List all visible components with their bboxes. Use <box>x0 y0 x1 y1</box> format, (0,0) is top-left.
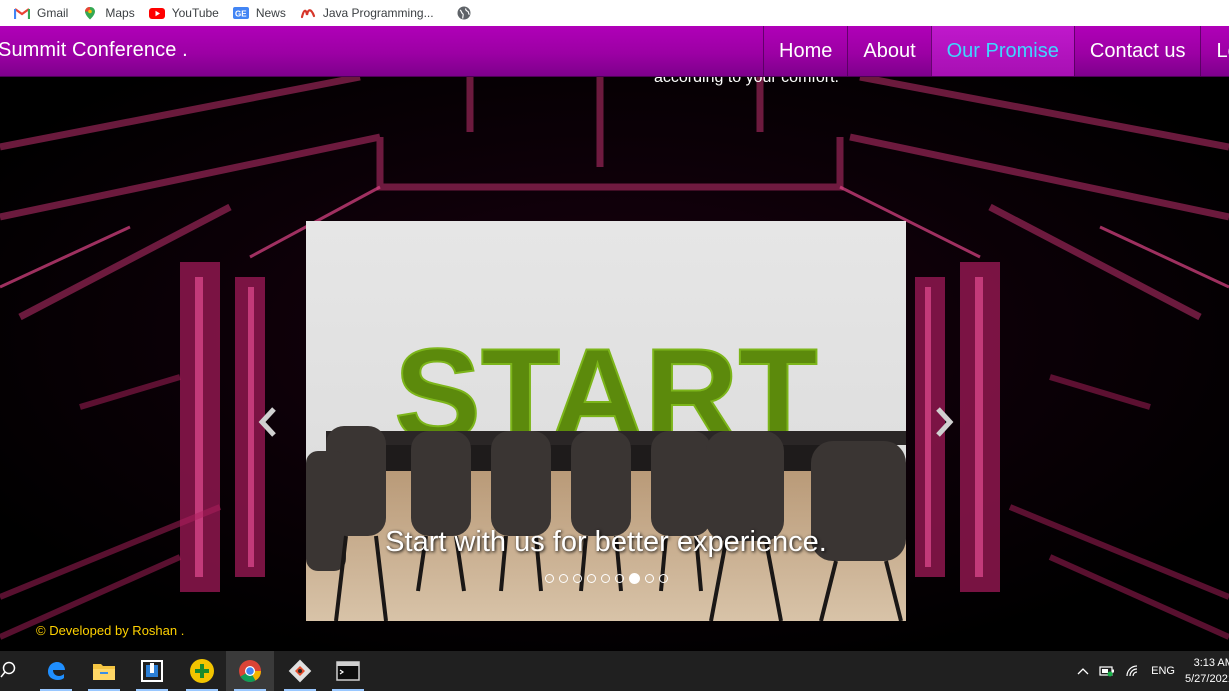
carousel-indicators <box>306 573 906 584</box>
carousel-indicator[interactable] <box>586 574 596 583</box>
image-carousel[interactable]: START Start with us for better experienc… <box>306 221 906 621</box>
carousel-prev-button[interactable] <box>256 405 280 439</box>
carousel-indicator[interactable] <box>572 574 582 583</box>
carousel-indicator-active[interactable] <box>628 573 640 584</box>
chevron-up-icon[interactable] <box>1077 666 1089 676</box>
globe-icon <box>456 6 472 20</box>
site-navbar: Summit Conference . Home About Our Promi… <box>0 26 1229 77</box>
nav-links: Home About Our Promise Contact us Lo <box>763 26 1229 76</box>
bookmark-label: Maps <box>105 6 135 20</box>
bookmark-gmail[interactable]: Gmail <box>13 3 69 23</box>
maps-icon <box>82 6 98 20</box>
nav-login[interactable]: Lo <box>1200 26 1229 76</box>
chrome-icon[interactable] <box>226 651 274 691</box>
carousel-indicator[interactable] <box>658 574 668 583</box>
clock-time: 3:13 AM <box>1193 657 1229 669</box>
carousel-indicator[interactable] <box>614 574 624 583</box>
terminal-icon[interactable] <box>324 651 372 691</box>
bookmark-other[interactable] <box>456 3 479 23</box>
carousel-next-button[interactable] <box>932 405 956 439</box>
bookmark-label: Gmail <box>37 6 69 20</box>
system-tray: ENG 3:13 AM 5/27/2021 <box>1077 651 1229 691</box>
developer-credit: © Developed by Roshan . <box>36 623 185 638</box>
slide-caption: Start with us for better experience. <box>385 526 827 558</box>
bookmark-youtube[interactable]: YouTube <box>148 3 219 23</box>
carousel-indicator[interactable] <box>600 574 610 583</box>
nav-our-promise[interactable]: Our Promise <box>930 26 1074 76</box>
java-site-icon <box>300 6 316 20</box>
clock-date: 5/27/2021 <box>1185 673 1229 685</box>
bookmark-label: YouTube <box>171 6 219 20</box>
section-text: according to your comfort. <box>654 77 839 86</box>
gmail-icon <box>13 6 31 20</box>
meeting-room-slide-image: START <box>306 221 906 621</box>
taskbar-clock[interactable]: 3:13 AM 5/27/2021 <box>1185 655 1229 687</box>
bookmark-maps[interactable]: Maps <box>82 3 135 23</box>
chevron-right-icon <box>936 407 954 437</box>
svg-text:GE: GE <box>235 10 247 19</box>
battery-icon[interactable] <box>1099 665 1115 677</box>
bookmark-java[interactable]: Java Programming... <box>300 3 434 23</box>
git-icon[interactable] <box>276 651 324 691</box>
chevron-left-icon <box>258 407 276 437</box>
youtube-icon <box>148 6 165 20</box>
wifi-icon[interactable] <box>1125 665 1141 677</box>
language-indicator[interactable]: ENG <box>1151 665 1175 677</box>
windows-taskbar: ENG 3:13 AM 5/27/2021 <box>0 651 1229 691</box>
search-icon[interactable] <box>0 661 16 679</box>
news-icon: GE <box>232 6 249 20</box>
bookmark-label: News <box>255 6 286 20</box>
app-icon[interactable] <box>128 651 176 691</box>
bookmark-news[interactable]: GE News <box>232 3 286 23</box>
edge-icon[interactable] <box>32 651 80 691</box>
nav-about[interactable]: About <box>847 26 930 76</box>
site-brand[interactable]: Summit Conference . <box>0 39 188 62</box>
plus-app-icon[interactable] <box>178 651 226 691</box>
file-explorer-icon[interactable] <box>80 651 128 691</box>
carousel-indicator[interactable] <box>544 574 554 583</box>
nav-contact-us[interactable]: Contact us <box>1073 26 1201 76</box>
nav-home[interactable]: Home <box>763 26 847 76</box>
carousel-indicator[interactable] <box>644 574 654 583</box>
bookmark-label: Java Programming... <box>322 6 434 20</box>
carousel-indicator[interactable] <box>558 574 568 583</box>
bookmarks-bar: Gmail Maps YouTube GE News Java Programm… <box>0 0 1229 26</box>
